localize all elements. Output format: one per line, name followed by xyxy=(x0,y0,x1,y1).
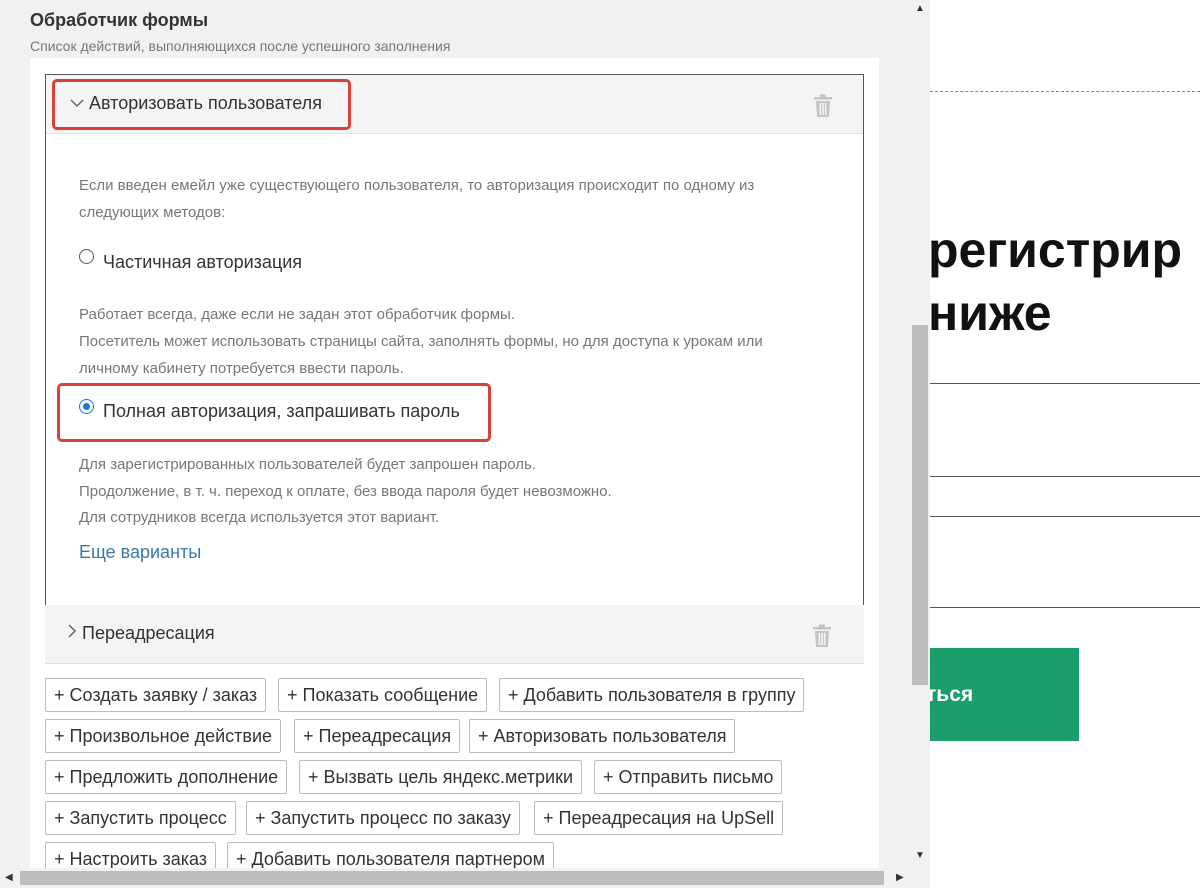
background-heading-line2: ниже xyxy=(928,285,1052,341)
full-auth-desc-line1: Для зарегистрированных пользователей буд… xyxy=(79,456,536,473)
panel-subtitle: Список действий, выполняющихся после усп… xyxy=(30,38,451,54)
auth-intro-line2: следующих методов: xyxy=(79,204,226,221)
background-submit-label: ться xyxy=(926,682,974,706)
redirect-action-header[interactable]: Переадресация xyxy=(45,605,864,664)
background-field-line xyxy=(930,476,1200,477)
add-custom-action-button[interactable]: + Произвольное действие xyxy=(45,719,282,753)
scroll-left-icon[interactable]: ◀ xyxy=(5,872,13,883)
add-run-process-button[interactable]: + Запустить процесс xyxy=(45,801,236,835)
trash-icon[interactable] xyxy=(812,624,832,648)
trash-icon[interactable] xyxy=(813,94,833,118)
auth-user-action: Авторизовать пользователя Если введен ем… xyxy=(45,74,864,606)
add-send-email-button[interactable]: + Отправить письмо xyxy=(594,760,783,794)
add-offer-addon-button[interactable]: + Предложить дополнение xyxy=(45,760,288,794)
form-handler-panel: Обработчик формы Список действий, выполн… xyxy=(0,0,930,888)
horizontal-scroll-thumb[interactable] xyxy=(20,871,884,885)
add-metrika-goal-button[interactable]: + Вызвать цель яндекс.метрики xyxy=(299,760,583,794)
background-field-line xyxy=(930,383,1200,384)
more-options-link[interactable]: Еще варианты xyxy=(79,542,201,563)
chevron-right-icon xyxy=(67,624,77,641)
scroll-right-icon[interactable]: ▶ xyxy=(896,872,904,883)
full-auth-desc-line2: Продолжение, в т. ч. переход к оплате, б… xyxy=(79,483,612,500)
panel-title: Обработчик формы xyxy=(30,10,209,30)
background-field-line xyxy=(930,516,1200,517)
background-submit-button[interactable]: ться xyxy=(926,648,1079,741)
background-dashed-divider xyxy=(930,91,1200,92)
add-create-order-button[interactable]: + Создать заявку / заказ xyxy=(45,678,267,712)
background-field-line xyxy=(930,607,1200,608)
add-auth-user-button[interactable]: + Авторизовать пользователя xyxy=(469,719,736,753)
add-run-order-process-button[interactable]: + Запустить процесс по заказу xyxy=(246,801,520,835)
scroll-up-icon[interactable]: ▲ xyxy=(915,3,925,14)
partial-auth-radio[interactable] xyxy=(79,249,94,264)
partial-auth-desc-line2: Посетитель может использовать страницы с… xyxy=(79,333,763,350)
actions-list: Авторизовать пользователя Если введен ем… xyxy=(30,58,879,876)
highlight-auth-title xyxy=(52,79,351,130)
vertical-scroll-thumb[interactable] xyxy=(912,325,928,685)
horizontal-scrollbar[interactable]: ◀ ▶ xyxy=(0,868,930,888)
auth-intro-line1: Если введен емейл уже существующего поль… xyxy=(79,177,755,194)
scroll-down-icon[interactable]: ▼ xyxy=(915,850,925,861)
add-redirect-button[interactable]: + Переадресация xyxy=(294,719,461,753)
add-user-to-group-button[interactable]: + Добавить пользователя в группу xyxy=(499,678,805,712)
full-auth-desc-line3: Для сотрудников всегда используется этот… xyxy=(79,509,440,526)
add-show-message-button[interactable]: + Показать сообщение xyxy=(278,678,488,712)
partial-auth-label[interactable]: Частичная авторизация xyxy=(103,252,302,273)
highlight-full-auth-option xyxy=(57,383,491,442)
partial-auth-desc-line1: Работает всегда, даже если не задан этот… xyxy=(79,306,515,323)
redirect-action-title: Переадресация xyxy=(82,623,215,643)
background-heading-line1: регистрир xyxy=(928,222,1183,278)
partial-auth-desc-line3: личному кабинету потребуется ввести паро… xyxy=(79,360,404,377)
vertical-scrollbar[interactable]: ▲ ▼ xyxy=(910,0,930,870)
add-upsell-redirect-button[interactable]: + Переадресация на UpSell xyxy=(534,801,784,835)
